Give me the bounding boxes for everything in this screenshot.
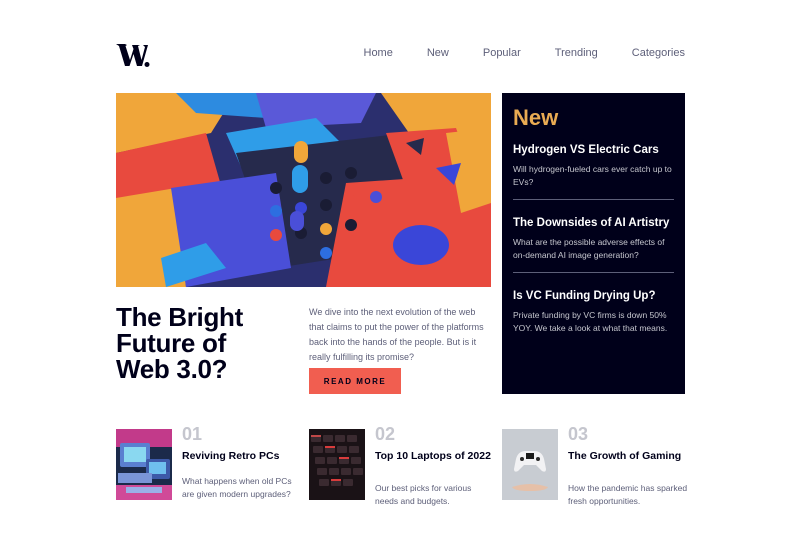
logo[interactable]	[116, 40, 150, 68]
new-item-desc: Will hydrogen-fueled cars ever catch up …	[513, 164, 672, 187]
card-number: 02	[375, 424, 396, 444]
main-nav: Home New Popular Trending Categories	[364, 47, 686, 59]
hero-headline: The Bright Future of Web 3.0?	[116, 302, 243, 384]
nav-new[interactable]: New	[427, 47, 449, 59]
new-item-desc: Private funding by VC firms is down 50% …	[513, 310, 668, 333]
new-item: Is VC Funding Drying Up? Private funding…	[513, 289, 674, 345]
nav-home[interactable]: Home	[364, 47, 393, 59]
logo-icon	[116, 44, 150, 67]
article-card: 01 Reviving Retro PCs What happens when …	[116, 424, 300, 501]
hero-image	[116, 93, 491, 287]
new-item-title[interactable]: Hydrogen VS Electric Cars	[513, 143, 674, 157]
new-item-title[interactable]: The Downsides of AI Artistry	[513, 216, 674, 230]
read-more-button[interactable]: READ MORE	[309, 368, 401, 394]
new-item: Hydrogen VS Electric Cars Will hydrogen-…	[513, 143, 674, 200]
hero-description: We dive into the next evolution of the w…	[309, 307, 484, 362]
gaming-controller-thumbnail	[502, 429, 558, 500]
new-panel: New Hydrogen VS Electric Cars Will hydro…	[502, 93, 685, 394]
retro-pc-thumbnail	[116, 429, 172, 500]
nav-trending[interactable]: Trending	[555, 47, 598, 59]
card-description: How the pandemic has sparked fresh oppor…	[568, 483, 688, 506]
new-item-title[interactable]: Is VC Funding Drying Up?	[513, 289, 674, 303]
article-card: 03 The Growth of Gaming How the pandemic…	[502, 424, 687, 506]
card-number: 03	[568, 424, 589, 444]
card-title[interactable]: The Growth of Gaming	[568, 449, 686, 463]
new-item: The Downsides of AI Artistry What are th…	[513, 216, 674, 273]
new-item-desc: What are the possible adverse effects of…	[513, 237, 665, 260]
nav-categories[interactable]: Categories	[632, 47, 685, 59]
card-title[interactable]: Top 10 Laptops of 2022	[375, 449, 493, 463]
card-title[interactable]: Reviving Retro PCs	[182, 449, 300, 463]
new-panel-title: New	[513, 105, 559, 130]
article-card: 02 Top 10 Laptops of 2022 Our best picks…	[309, 424, 493, 506]
laptop-keyboard-thumbnail	[309, 429, 365, 500]
card-number: 01	[182, 424, 203, 444]
card-description: Our best picks for various needs and bud…	[375, 483, 472, 506]
card-description: What happens when old PCs are given mode…	[182, 476, 292, 499]
nav-popular[interactable]: Popular	[483, 47, 521, 59]
